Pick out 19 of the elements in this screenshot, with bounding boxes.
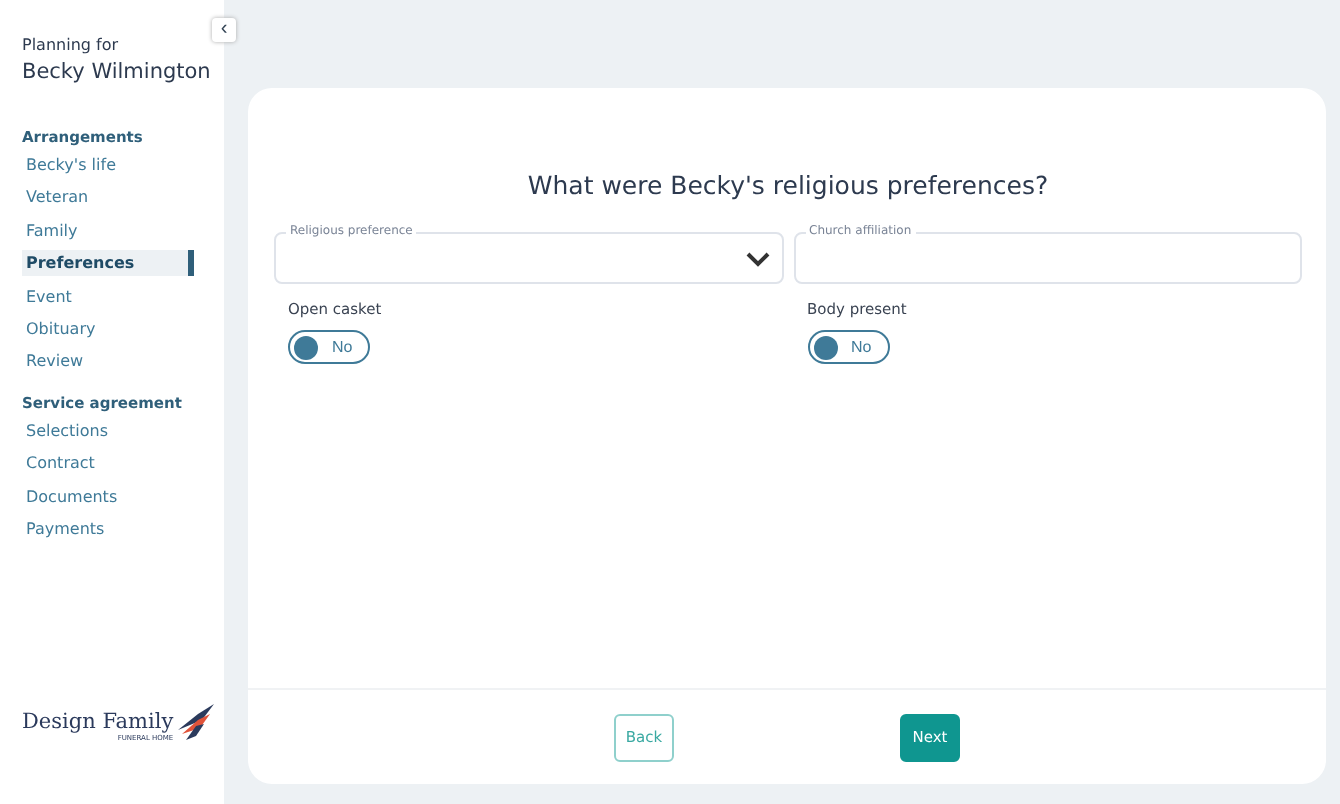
question-title: What were Becky's religious preferences? [525,170,1051,200]
nav-item[interactable]: Family [22,217,188,244]
toggle-switch[interactable]: No [807,330,889,364]
planning-label: Planning for [22,36,121,54]
nav-item[interactable]: Event [22,283,188,310]
person-name: Becky Wilmington [22,60,213,84]
collapse-button[interactable]: ‹ [212,18,236,42]
nav-item[interactable]: Preferences [22,250,194,277]
nav-item[interactable]: Contract [22,450,188,477]
nav-item[interactable]: Selections [22,417,188,444]
logo-name: Design Family [22,710,174,734]
nav-item[interactable]: Obituary [22,315,188,342]
nav-item[interactable]: Documents [22,483,188,510]
nav-item[interactable]: Becky's life [22,152,188,178]
chevron-down-icon [745,252,769,268]
toggle-switch[interactable]: No [288,330,370,364]
nav-item[interactable]: Review [22,348,188,375]
nav-item[interactable]: Payments [22,515,188,542]
nav-item[interactable]: Veteran [22,184,188,211]
